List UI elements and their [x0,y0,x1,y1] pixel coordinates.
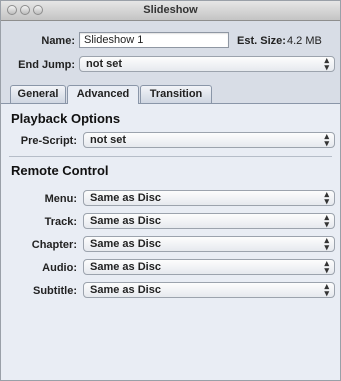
advanced-pane: Playback Options Pre-Script: not set ▴ ▾ … [1,103,340,380]
est-size-value: 4.2 MB [287,35,322,47]
track-value: Same as Disc [90,215,161,227]
updown-arrows-icon: ▴ ▾ [324,55,329,72]
subtitle-label: Subtitle: [33,285,77,297]
pre-script-label: Pre-Script: [20,135,77,147]
updown-arrows-icon: ▴ ▾ [324,258,329,275]
pre-script-popup[interactable]: not set ▴ ▾ [83,132,335,148]
audio-popup[interactable]: Same as Disc ▴ ▾ [83,259,335,275]
updown-arrows-icon: ▴ ▾ [324,212,329,229]
tab-general[interactable]: General [10,85,66,103]
playback-options-title: Playback Options [11,111,121,126]
subtitle-popup[interactable]: Same as Disc ▴ ▾ [83,282,335,298]
inspector-window: Slideshow Name: Slideshow 1 Est. Size: 4… [0,0,341,381]
track-popup[interactable]: Same as Disc ▴ ▾ [83,213,335,229]
audio-label: Audio: [42,262,77,274]
name-field[interactable]: Slideshow 1 [79,32,229,48]
est-size-label: Est. Size: [237,35,286,47]
chapter-popup[interactable]: Same as Disc ▴ ▾ [83,236,335,252]
updown-arrows-icon: ▴ ▾ [324,281,329,298]
remote-control-title: Remote Control [11,163,109,178]
chapter-value: Same as Disc [90,238,161,250]
menu-value: Same as Disc [90,192,161,204]
tab-transition[interactable]: Transition [140,85,212,103]
tab-advanced[interactable]: Advanced [67,85,139,104]
window-title: Slideshow [143,4,198,16]
updown-arrows-icon: ▴ ▾ [324,235,329,252]
audio-value: Same as Disc [90,261,161,273]
track-label: Track: [44,216,77,228]
end-jump-value: not set [86,58,123,70]
menu-popup[interactable]: Same as Disc ▴ ▾ [83,190,335,206]
menu-label: Menu: [44,193,77,205]
name-label: Name: [41,35,75,47]
updown-arrows-icon: ▴ ▾ [324,189,329,206]
end-jump-label: End Jump: [18,59,75,71]
end-jump-popup[interactable]: not set ▴ ▾ [79,56,335,72]
title-bar[interactable]: Slideshow [1,1,340,21]
section-divider [9,156,332,157]
pre-script-value: not set [90,134,127,146]
updown-arrows-icon: ▴ ▾ [324,131,329,148]
subtitle-value: Same as Disc [90,284,161,296]
chapter-label: Chapter: [31,239,77,251]
